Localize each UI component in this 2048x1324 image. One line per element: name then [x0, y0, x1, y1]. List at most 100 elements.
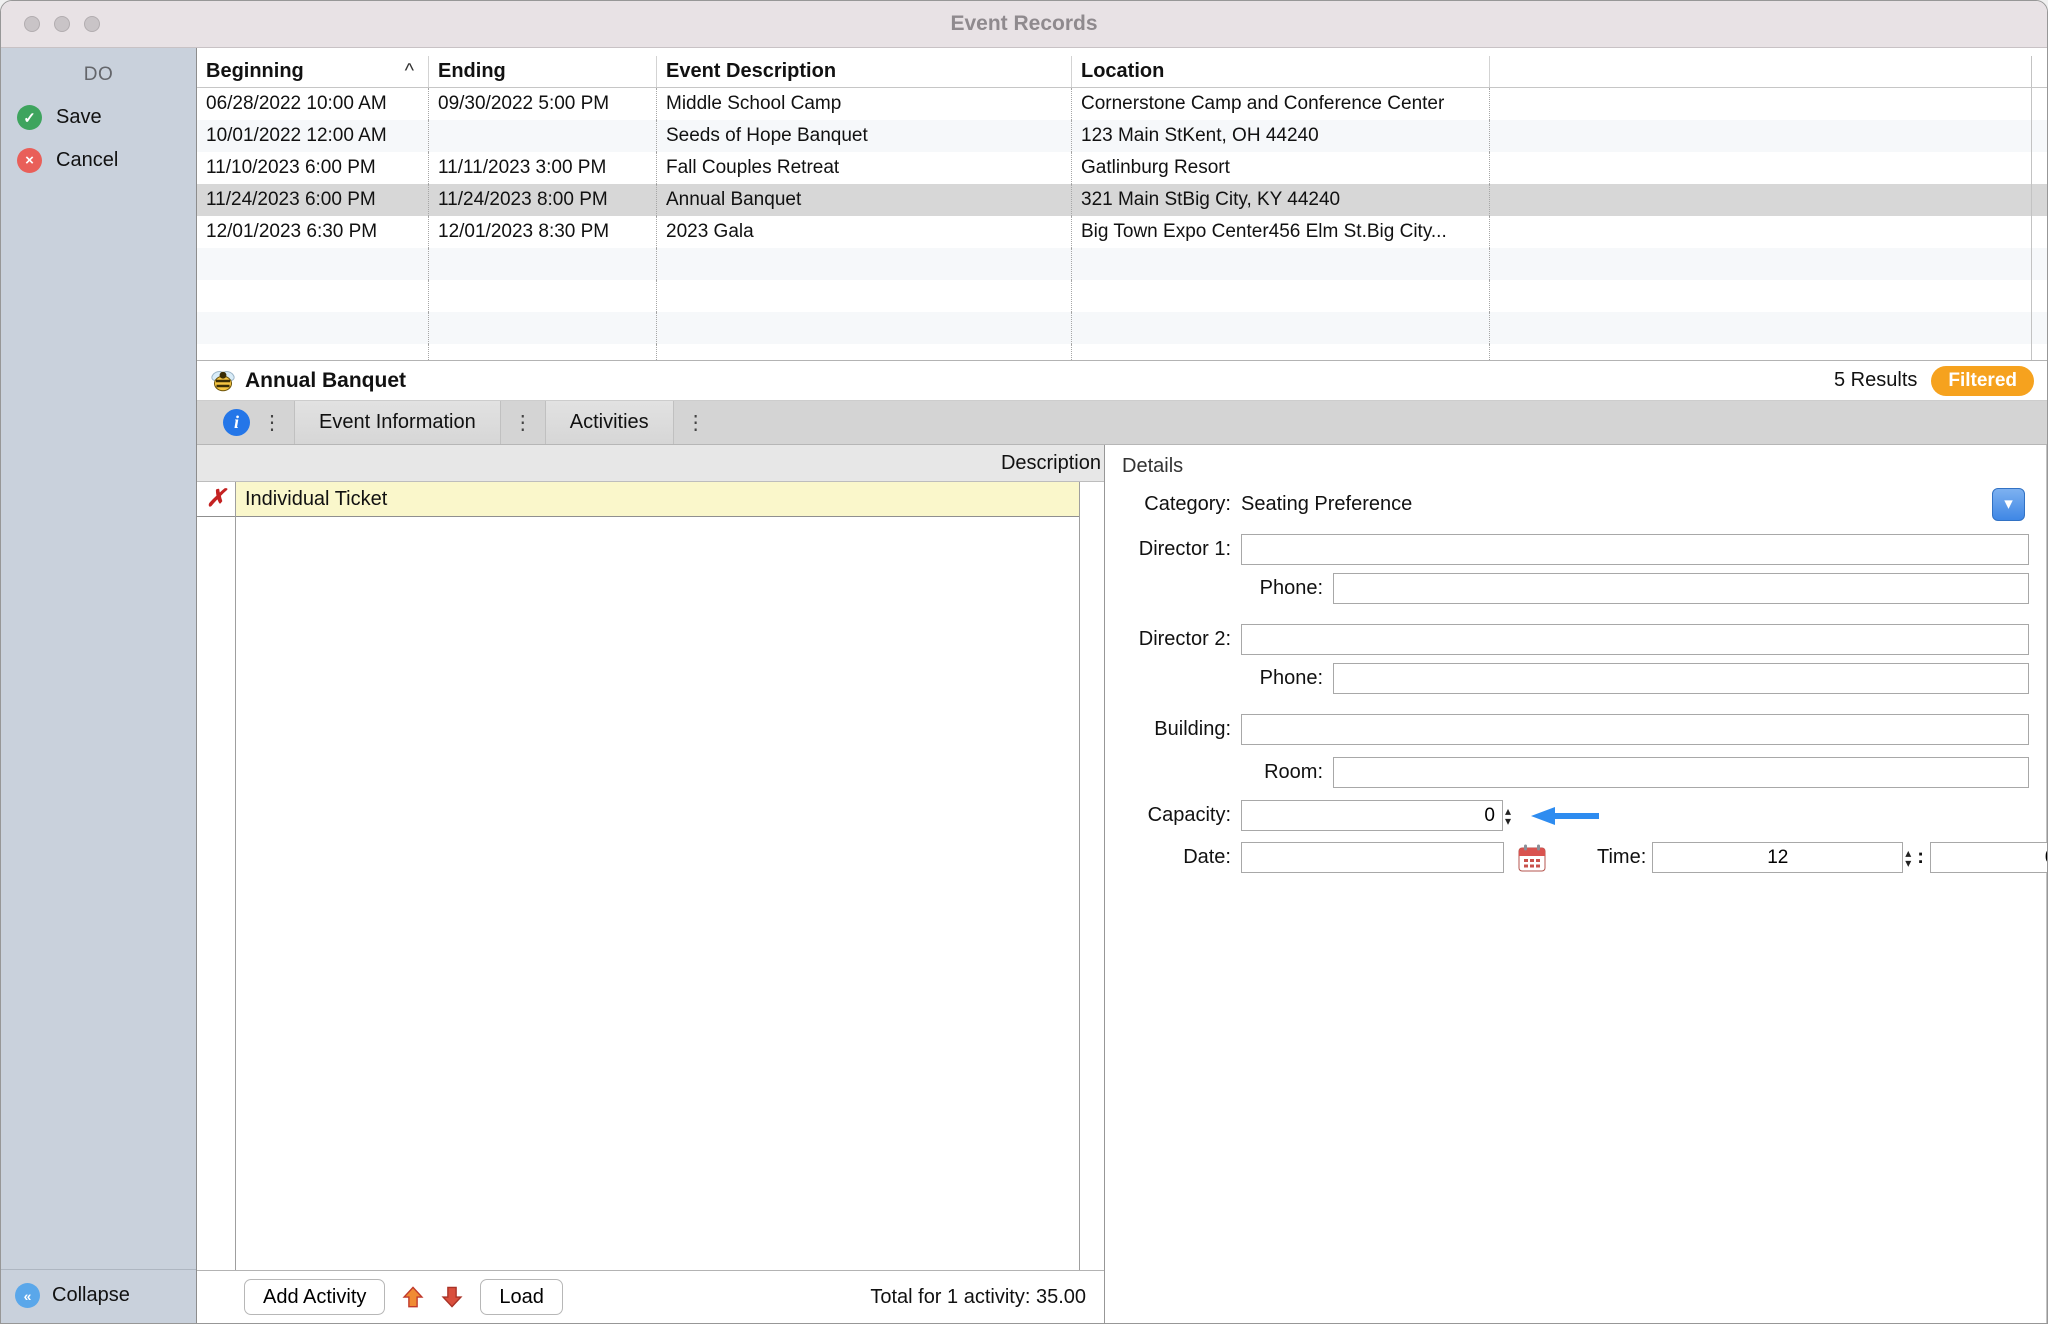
delete-activity-button[interactable]: ✗ — [197, 482, 235, 517]
overflow-dots-icon[interactable]: ⋮ — [674, 410, 718, 435]
column-header-beginning[interactable]: Beginning ^ — [197, 56, 429, 87]
collapse-button[interactable]: « Collapse — [1, 1269, 196, 1323]
stepper-down-icon: ▾ — [1905, 858, 1911, 868]
cell-ending — [429, 120, 657, 152]
table-row-selected[interactable]: 11/24/2023 6:00 PM 11/24/2023 8:00 PM An… — [197, 184, 2047, 216]
table-header-row: Beginning ^ Ending Event Description Loc… — [197, 48, 2047, 88]
tab-event-information[interactable]: Event Information — [294, 401, 501, 444]
cell-beginning: 06/28/2022 10:00 AM — [197, 88, 429, 120]
cell-description: Fall Couples Retreat — [657, 152, 1072, 184]
phone2-input[interactable] — [1333, 663, 2029, 694]
minimize-button[interactable] — [54, 16, 70, 32]
phone1-input[interactable] — [1333, 573, 2029, 604]
cell-ending: 12/01/2023 8:30 PM — [429, 216, 657, 248]
activity-row[interactable]: Individual Ticket — [236, 482, 1079, 517]
sidebar-title: DO — [1, 48, 196, 96]
table-row-empty — [197, 312, 2047, 344]
director1-input[interactable] — [1241, 534, 2029, 565]
cell-spacer — [2032, 152, 2047, 184]
capacity-input[interactable] — [1241, 800, 1503, 831]
activities-gutter: ✗ — [197, 482, 236, 1270]
cell-empty — [1490, 216, 2032, 248]
save-button[interactable]: ✓ Save — [1, 96, 196, 139]
cell-empty — [1490, 184, 2032, 216]
table-row-empty — [197, 344, 2047, 361]
category-dropdown-button[interactable]: ▾ — [1992, 488, 2025, 521]
cell-spacer — [2032, 88, 2047, 120]
activities-panel: Description ✗ Individual Ticket — [197, 445, 1105, 1323]
cell-spacer — [2032, 216, 2047, 248]
column-header-ending[interactable]: Ending — [429, 56, 657, 87]
cancel-button[interactable]: × Cancel — [1, 139, 196, 182]
overflow-dots-icon[interactable]: ⋮ — [501, 410, 545, 435]
tab-activities[interactable]: Activities — [545, 401, 674, 444]
close-button[interactable] — [24, 16, 40, 32]
cell-empty — [1490, 88, 2032, 120]
move-up-button[interactable] — [402, 1286, 424, 1308]
delete-activity-icon: ✗ — [206, 487, 226, 511]
collapse-label: Collapse — [52, 1284, 130, 1307]
table-row-empty — [197, 280, 2047, 312]
overflow-dots-icon[interactable]: ⋮ — [250, 410, 294, 435]
director2-row: Director 2: — [1105, 624, 2046, 655]
save-label: Save — [56, 106, 102, 129]
sort-asc-icon[interactable]: ^ — [405, 60, 414, 83]
window-controls — [1, 16, 100, 32]
load-button[interactable]: Load — [480, 1279, 563, 1315]
cell-beginning: 11/24/2023 6:00 PM — [197, 184, 429, 216]
building-input[interactable] — [1241, 714, 2029, 745]
cell-spacer — [2032, 184, 2047, 216]
cell-description: Annual Banquet — [657, 184, 1072, 216]
column-label: Beginning — [206, 60, 304, 83]
table-row[interactable]: 12/01/2023 6:30 PM 12/01/2023 8:30 PM 20… — [197, 216, 2047, 248]
column-header-description[interactable]: Event Description — [657, 56, 1072, 87]
cell-description: Seeds of Hope Banquet — [657, 120, 1072, 152]
info-icon[interactable]: i — [223, 409, 250, 436]
move-down-button[interactable] — [441, 1286, 463, 1308]
category-value: Seating Preference — [1241, 493, 1412, 516]
date-time-row: Date: — [1105, 842, 2046, 873]
calendar-icon[interactable] — [1517, 843, 1547, 873]
capacity-label: Capacity: — [1105, 804, 1231, 827]
table-row[interactable]: 10/01/2022 12:00 AM Seeds of Hope Banque… — [197, 120, 2047, 152]
collapse-chevron-icon: « — [15, 1283, 40, 1308]
column-header-location[interactable]: Location — [1072, 56, 1490, 87]
table-row[interactable]: 11/10/2023 6:00 PM 11/11/2023 3:00 PM Fa… — [197, 152, 2047, 184]
phone2-row: Phone: — [1105, 663, 2046, 694]
cell-location: Gatlinburg Resort — [1072, 152, 1490, 184]
activities-total: Total for 1 activity: 35.00 — [870, 1286, 1086, 1309]
cell-location: Big Town Expo Center456 Elm St.Big City.… — [1072, 216, 1490, 248]
room-input[interactable] — [1333, 757, 2029, 788]
column-header-spacer — [2032, 56, 2047, 87]
cell-spacer — [2032, 120, 2047, 152]
description-column-label: Description — [1001, 452, 1101, 475]
column-header-empty — [1490, 56, 2032, 87]
category-row: Category: Seating Preference ▾ — [1105, 487, 2046, 521]
zoom-button[interactable] — [84, 16, 100, 32]
record-header: Annual Banquet 5 Results Filtered — [197, 361, 2047, 401]
director2-input[interactable] — [1241, 624, 2029, 655]
room-label: Room: — [1105, 761, 1323, 784]
phone2-label: Phone: — [1105, 667, 1323, 690]
cell-description: Middle School Camp — [657, 88, 1072, 120]
down-arrow-icon — [441, 1286, 463, 1308]
time-minute-input[interactable] — [1930, 842, 2048, 873]
time-hour-input[interactable] — [1652, 842, 1903, 873]
table-row[interactable]: 06/28/2022 10:00 AM 09/30/2022 5:00 PM M… — [197, 88, 2047, 120]
main-area: Beginning ^ Ending Event Description Loc… — [197, 48, 2047, 1323]
add-activity-button[interactable]: Add Activity — [244, 1279, 385, 1315]
cell-ending: 09/30/2022 5:00 PM — [429, 88, 657, 120]
capacity-stepper[interactable]: ▴ ▾ — [1505, 806, 1511, 826]
cell-location: 123 Main StKent, OH 44240 — [1072, 120, 1490, 152]
tab-label: Activities — [570, 411, 649, 434]
cell-ending: 11/11/2023 3:00 PM — [429, 152, 657, 184]
activities-column-header: Description — [197, 445, 1104, 482]
activities-rows: Individual Ticket — [236, 482, 1080, 1270]
date-input[interactable] — [1241, 842, 1504, 873]
hour-stepper[interactable]: ▴ ▾ — [1905, 848, 1911, 868]
director2-label: Director 2: — [1105, 628, 1231, 651]
window-title: Event Records — [1, 12, 2047, 36]
activity-name: Individual Ticket — [245, 488, 387, 511]
filtered-badge[interactable]: Filtered — [1931, 366, 2034, 396]
activities-toolbar: Add Activity Load Total for 1 — [197, 1270, 1104, 1323]
